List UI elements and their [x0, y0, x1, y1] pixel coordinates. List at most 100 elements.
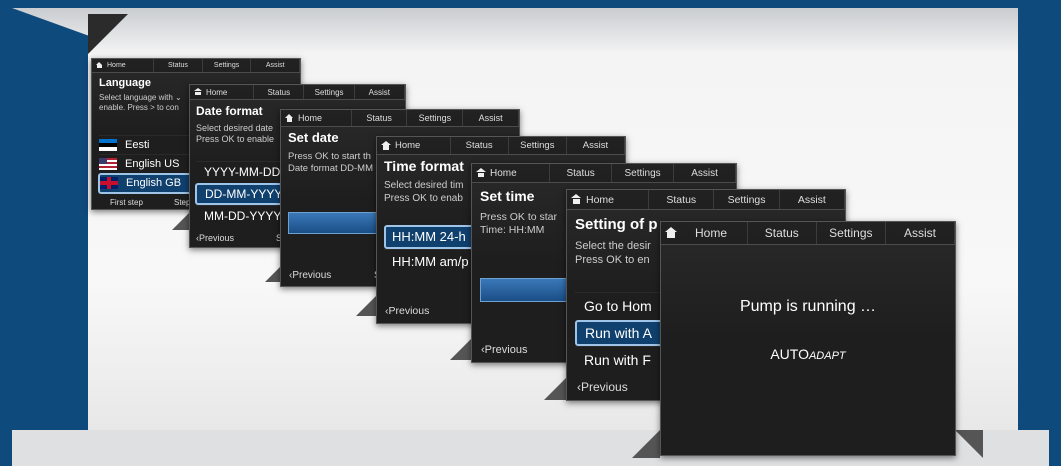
page-description: Select desired date Press OK to enable — [196, 123, 275, 145]
nav-bar: Home Status Settings Assist — [472, 164, 736, 183]
nav-bar: Home Status Settings Assist — [190, 85, 405, 100]
previous-label: Previous — [581, 380, 628, 394]
previous-button[interactable]: ‹ Previous — [289, 270, 331, 281]
tab-status-label: Status — [366, 113, 392, 123]
corner-shadow — [88, 14, 128, 54]
nav-bar: Home Status Settings Assist — [281, 110, 519, 127]
page-title: Set time — [480, 188, 535, 204]
corner-shadow — [955, 430, 983, 458]
home-icon — [571, 194, 582, 205]
mode-label: AUTOADAPT — [661, 346, 955, 362]
home-icon — [194, 88, 202, 96]
page-title: Date format — [196, 104, 263, 118]
tab-home[interactable]: Home — [92, 59, 155, 72]
tab-assist[interactable]: Assist — [779, 190, 845, 209]
tab-status-label: Status — [764, 226, 799, 240]
tab-settings[interactable]: Settings — [612, 164, 675, 182]
previous-button[interactable]: ‹ Previous — [385, 305, 429, 317]
tab-status[interactable]: Status — [351, 110, 408, 126]
tab-settings[interactable]: Settings — [714, 190, 780, 209]
tab-status[interactable]: Status — [649, 190, 715, 209]
tab-assist-label: Assist — [903, 226, 936, 240]
tab-assist-label: Assist — [265, 62, 285, 69]
tab-settings[interactable]: Settings — [407, 110, 464, 126]
tab-settings-label: Settings — [727, 193, 766, 206]
previous-label: Previous — [484, 344, 528, 356]
page-description: Select desired tim Press OK to enab — [384, 180, 464, 204]
tab-assist-label: Assist — [478, 113, 503, 123]
tab-settings[interactable]: Settings — [202, 59, 252, 72]
tab-assist[interactable]: Assist — [251, 59, 300, 72]
tab-home-label: Home — [206, 87, 228, 97]
page-title: Language — [99, 77, 151, 89]
tab-assist[interactable]: Assist — [674, 164, 736, 182]
tab-status[interactable]: Status — [154, 59, 203, 72]
page-description: Select the desir Press OK to en — [575, 240, 651, 266]
running-message: Pump is running … — [739, 298, 877, 315]
footer-first-step[interactable]: First step — [110, 198, 143, 207]
screen-pump-running: Home Status Settings Assist Pump is runn… — [660, 221, 956, 456]
tab-home-label: Home — [107, 62, 126, 69]
option-label: Eesti — [125, 139, 150, 151]
page-description: Press OK to start th Date format DD-MM — [288, 151, 373, 174]
tab-settings-label: Settings — [829, 226, 873, 240]
uk-flag-icon — [100, 177, 118, 190]
previous-button[interactable]: ‹ Previous — [196, 233, 234, 243]
tab-settings-label: Settings — [624, 167, 661, 179]
page-description: Press OK to star Time: HH:MM — [480, 211, 558, 237]
option-label: English GB — [126, 177, 182, 189]
home-icon — [285, 113, 294, 123]
previous-label: Previous — [199, 233, 235, 243]
tab-assist-label: Assist — [368, 87, 391, 97]
tab-home[interactable]: Home — [190, 85, 255, 99]
footer-step[interactable]: Step — [174, 198, 190, 207]
tab-status-label: Status — [168, 62, 188, 69]
tab-status[interactable]: Status — [254, 85, 305, 99]
home-icon — [381, 140, 391, 151]
tab-status[interactable]: Status — [450, 137, 509, 154]
page-title: Set date — [288, 130, 339, 145]
tab-home-label: Home — [298, 113, 323, 123]
tab-home[interactable]: Home — [661, 222, 748, 244]
estonia-flag-icon — [99, 139, 117, 152]
corner-shadow — [450, 338, 472, 360]
tab-settings-label: Settings — [418, 113, 452, 123]
tab-home[interactable]: Home — [281, 110, 352, 126]
tab-home[interactable]: Home — [567, 190, 650, 209]
mode-prefix: AUTO — [770, 346, 809, 362]
previous-label: Previous — [292, 270, 332, 281]
tab-home-label: Home — [586, 193, 615, 206]
mode-suffix: ADAPT — [808, 350, 846, 362]
tab-assist-label: Assist — [797, 193, 826, 206]
tab-home[interactable]: Home — [472, 164, 551, 182]
home-icon — [96, 62, 103, 69]
corner-shadow — [632, 430, 660, 458]
page-title: Setting of p — [575, 216, 658, 233]
nav-bar: Home Status Settings Assist — [661, 222, 955, 245]
corner-shadow — [356, 296, 376, 316]
left-blue-band — [12, 8, 88, 466]
page-title: Time format — [384, 158, 464, 174]
tab-status[interactable]: Status — [747, 222, 817, 244]
tab-assist[interactable]: Assist — [463, 110, 519, 126]
tab-assist[interactable]: Assist — [885, 222, 955, 244]
tab-status-label: Status — [566, 167, 595, 179]
tab-home[interactable]: Home — [377, 137, 451, 154]
tab-settings[interactable]: Settings — [508, 137, 567, 154]
previous-button[interactable]: ‹ Previous — [577, 380, 628, 394]
tab-assist[interactable]: Assist — [566, 137, 625, 154]
previous-button[interactable]: ‹ Previous — [481, 344, 527, 356]
tab-settings-label: Settings — [314, 87, 344, 97]
right-blue-band — [1018, 8, 1049, 466]
tab-assist[interactable]: Assist — [354, 85, 405, 99]
tab-status[interactable]: Status — [550, 164, 613, 182]
tab-status-label: Status — [267, 87, 291, 97]
tab-settings-label: Settings — [213, 62, 240, 69]
tab-settings[interactable]: Settings — [816, 222, 886, 244]
tab-settings[interactable]: Settings — [304, 85, 355, 99]
option-label: English US — [125, 158, 180, 170]
tab-home-label: Home — [490, 167, 517, 179]
nav-bar: Home Status Settings Assist — [567, 190, 845, 210]
previous-label: Previous — [388, 305, 430, 317]
home-icon — [476, 168, 486, 178]
